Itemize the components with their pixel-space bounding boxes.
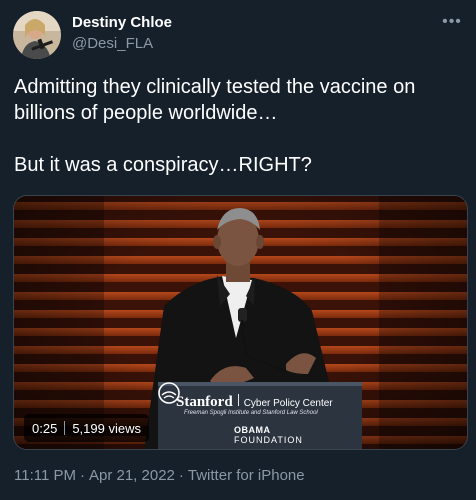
ellipsis-icon[interactable]: ••• <box>442 14 462 30</box>
profile-photo-icon <box>13 11 61 59</box>
video-player[interactable]: Stanford Cyber Policy Center Freeman Spo… <box>13 195 468 450</box>
tweet-text-paragraph: Admitting they clinically tested the vac… <box>14 76 421 124</box>
logo-divider <box>237 394 239 406</box>
stanford-logo: Stanford Cyber Policy Center <box>176 394 333 411</box>
meta-separator: · <box>178 467 184 484</box>
obama-text-bottom: FOUNDATION <box>234 435 303 445</box>
stanford-wordmark: Stanford <box>176 394 233 410</box>
podium-sign: Stanford Cyber Policy Center Freeman Spo… <box>158 382 362 449</box>
obama-foundation-logo-icon <box>158 382 180 404</box>
author-avatar[interactable] <box>13 11 61 59</box>
author-handle[interactable]: @Desi_FLA <box>72 35 153 52</box>
tweet-card[interactable]: Destiny Chloe @Desi_FLA ••• Admitting th… <box>0 0 476 500</box>
video-duration: 0:25 <box>32 420 58 436</box>
author-name[interactable]: Destiny Chloe <box>72 14 172 31</box>
video-stats-badge: 0:25 5,199 views <box>24 414 149 442</box>
tweet-metadata: 11:11 PM · Apr 21, 2022 · Twitter for iP… <box>14 467 305 484</box>
tweet-source[interactable]: Twitter for iPhone <box>188 467 305 484</box>
stanford-subtitle: Freeman Spogli Institute and Stanford La… <box>184 410 318 416</box>
tweet-text: Admitting they clinically tested the vac… <box>14 74 464 178</box>
obama-foundation-text: OBAMA FOUNDATION <box>234 425 303 445</box>
meta-separator: · <box>79 467 85 484</box>
video-view-count: 5,199 views <box>72 420 141 436</box>
cyber-policy-center-text: Cyber Policy Center <box>243 398 333 409</box>
tweet-time[interactable]: 11:11 PM <box>14 467 76 484</box>
tweet-text-paragraph: But it was a conspiracy…RIGHT? <box>14 154 312 176</box>
tweet-date[interactable]: Apr 21, 2022 <box>89 467 175 484</box>
stats-divider <box>64 421 66 435</box>
obama-text-top: OBAMA <box>234 425 271 435</box>
podium-edge <box>158 382 362 386</box>
